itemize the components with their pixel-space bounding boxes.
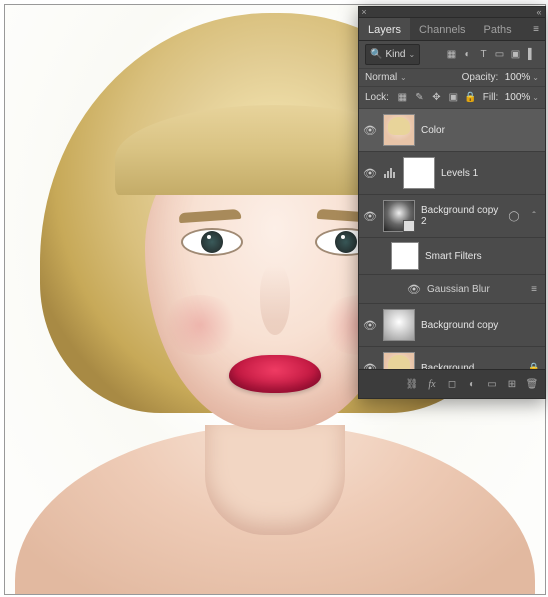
levels-adjustment-icon xyxy=(383,166,397,180)
link-layers-icon[interactable]: ⛓ xyxy=(405,379,419,390)
layer-thumbnail[interactable] xyxy=(383,309,415,341)
layer-row[interactable]: 👁 Background copy 2 ◯ ˆ xyxy=(359,195,545,238)
new-group-icon[interactable]: ▭ xyxy=(485,379,499,390)
fill-label: Fill: xyxy=(483,92,499,103)
new-layer-icon[interactable]: ⊞ xyxy=(505,379,519,390)
visibility-icon[interactable]: 👁 xyxy=(363,210,377,223)
filter-mask-thumbnail[interactable] xyxy=(391,242,419,270)
layer-thumbnail[interactable] xyxy=(383,114,415,146)
lock-all-icon[interactable]: 🔒 xyxy=(463,90,478,105)
collapse-panel-icon[interactable]: « xyxy=(531,7,545,17)
filter-type-icon[interactable]: T xyxy=(476,47,491,62)
effects-expand-icon[interactable]: ◯ xyxy=(507,211,521,222)
lock-row: Lock: ▦ ✎ ✥ ▣ 🔒 Fill: 100% ⌄ xyxy=(359,87,545,109)
lock-pixels-icon[interactable]: ✎ xyxy=(412,90,427,105)
layers-panel: × « Layers Channels Paths ≡ 🔍 Kind ⌄ ▦ ◐… xyxy=(358,6,546,399)
filter-pixel-icon[interactable]: ▦ xyxy=(444,47,459,62)
panel-titlebar: × « xyxy=(359,7,545,18)
panel-tabs: Layers Channels Paths ≡ xyxy=(359,18,545,41)
panel-menu-icon[interactable]: ≡ xyxy=(527,24,545,35)
visibility-icon[interactable]: 👁 xyxy=(363,319,377,332)
opacity-label: Opacity: xyxy=(462,72,499,83)
layer-row[interactable]: 👁 Color xyxy=(359,109,545,152)
layer-name: Levels 1 xyxy=(441,168,541,179)
lock-artboard-icon[interactable]: ▣ xyxy=(446,90,461,105)
close-panel-icon[interactable]: × xyxy=(359,7,369,17)
layer-name: Background xyxy=(421,363,521,370)
blend-mode-value: Normal xyxy=(365,72,397,83)
layer-name: Color xyxy=(421,125,541,136)
tab-channels[interactable]: Channels xyxy=(410,18,474,40)
layer-name: Background copy xyxy=(421,320,541,331)
layer-filter-row: 🔍 Kind ⌄ ▦ ◐ T ▭ ▣ ▌ xyxy=(359,41,545,69)
smart-filters-label: Smart Filters xyxy=(425,251,541,262)
blend-mode-dropdown[interactable]: Normal ⌄ xyxy=(365,72,443,83)
filter-smart-icon[interactable]: ▣ xyxy=(508,47,523,62)
filter-type-dropdown[interactable]: 🔍 Kind ⌄ xyxy=(365,44,420,65)
opacity-value: 100% xyxy=(502,72,530,83)
layer-style-icon[interactable]: fx xyxy=(425,379,439,390)
tab-paths[interactable]: Paths xyxy=(475,18,521,40)
portrait-nose xyxy=(260,265,290,335)
layer-name: Background copy 2 xyxy=(421,205,501,227)
visibility-icon[interactable]: 👁 xyxy=(363,362,377,370)
visibility-icon[interactable]: 👁 xyxy=(363,167,377,180)
layer-mask-thumbnail[interactable] xyxy=(403,157,435,189)
layer-thumbnail[interactable] xyxy=(383,352,415,369)
filter-type-label: Kind xyxy=(385,49,405,60)
filter-toggle-icon[interactable]: ▌ xyxy=(524,47,539,62)
layer-row[interactable]: 👁 Background 🔒 xyxy=(359,347,545,369)
fill-field[interactable]: 100% ⌄ xyxy=(502,92,539,103)
smart-filters-row[interactable]: Smart Filters xyxy=(359,238,545,275)
chevron-down-icon: ⌄ xyxy=(532,73,539,82)
opacity-field[interactable]: 100% ⌄ xyxy=(502,72,539,83)
filter-shape-icon[interactable]: ▭ xyxy=(492,47,507,62)
blend-row: Normal ⌄ Opacity: 100% ⌄ xyxy=(359,69,545,87)
delete-layer-icon[interactable]: 🗑 xyxy=(525,379,539,390)
portrait-eye xyxy=(183,230,241,254)
new-adjustment-icon[interactable]: ◐ xyxy=(465,379,479,390)
chevron-down-icon: ⌄ xyxy=(532,93,539,102)
lock-label: Lock: xyxy=(365,92,389,103)
layers-list: 👁 Color 👁 Levels 1 👁 Background copy 2 ◯… xyxy=(359,109,545,369)
chevron-down-icon: ⌄ xyxy=(400,73,407,82)
portrait-lips xyxy=(229,355,321,393)
add-mask-icon[interactable]: ◻ xyxy=(445,379,459,390)
lock-transparency-icon[interactable]: ▦ xyxy=(395,90,410,105)
fill-value: 100% xyxy=(502,92,530,103)
portrait-neck xyxy=(205,425,345,535)
filter-adjustment-icon[interactable]: ◐ xyxy=(460,47,475,62)
layers-footer: ⛓ fx ◻ ◐ ▭ ⊞ 🗑 xyxy=(359,369,545,398)
chevron-down-icon: ⌄ xyxy=(408,50,415,59)
layer-thumbnail[interactable] xyxy=(383,200,415,232)
visibility-icon[interactable]: 👁 xyxy=(407,283,421,296)
smart-filter-item[interactable]: 👁 Gaussian Blur ≡ xyxy=(359,275,545,304)
filter-options-icon[interactable]: ≡ xyxy=(527,284,541,295)
filter-name: Gaussian Blur xyxy=(427,284,490,295)
visibility-icon[interactable]: 👁 xyxy=(363,124,377,137)
layer-row[interactable]: 👁 Levels 1 xyxy=(359,152,545,195)
tab-layers[interactable]: Layers xyxy=(359,18,410,40)
lock-icon: 🔒 xyxy=(527,363,541,370)
layer-row[interactable]: 👁 Background copy xyxy=(359,304,545,347)
chevron-up-icon[interactable]: ˆ xyxy=(527,211,541,222)
portrait-cheek xyxy=(160,295,240,355)
search-icon: 🔍 xyxy=(370,49,382,60)
lock-position-icon[interactable]: ✥ xyxy=(429,90,444,105)
